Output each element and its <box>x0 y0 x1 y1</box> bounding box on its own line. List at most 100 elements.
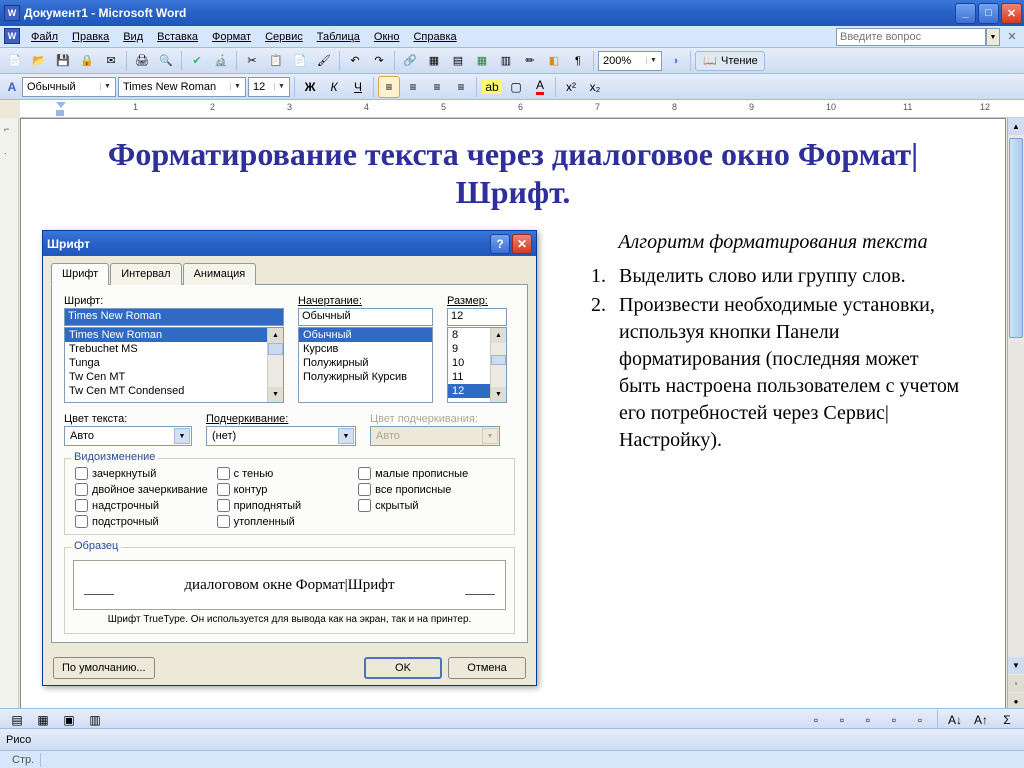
menu-help[interactable]: Справка <box>406 26 463 47</box>
list-item[interactable]: Обычный <box>299 328 432 342</box>
horizontal-ruler[interactable]: 123456789101112 <box>20 100 1024 118</box>
list-item[interactable]: Курсив <box>299 342 432 356</box>
size-listbox[interactable]: 8 9 10 11 12 ▲▼ <box>447 327 507 403</box>
open-icon[interactable]: 📂 <box>28 50 50 72</box>
menu-insert[interactable]: Вставка <box>150 26 205 47</box>
size-input[interactable]: 12 <box>447 308 507 326</box>
list-item[interactable]: Полужирный Курсив <box>299 370 432 384</box>
drawing-icon[interactable]: ✏ <box>519 50 541 72</box>
style-combo[interactable]: Обычный ▼ <box>22 77 116 97</box>
scroll-thumb[interactable] <box>1009 138 1023 338</box>
check-hidden[interactable]: скрытый <box>358 499 500 512</box>
color-dropdown[interactable]: Авто ▼ <box>64 426 192 446</box>
doc-map-icon[interactable]: ◧ <box>543 50 565 72</box>
system-menu-icon[interactable]: W <box>4 28 20 44</box>
underline-icon[interactable]: Ч <box>347 76 369 98</box>
minimize-button[interactable]: _ <box>955 3 976 24</box>
show-marks-icon[interactable]: ¶ <box>567 50 589 72</box>
browse-prev-icon[interactable]: ◦ <box>1008 675 1024 692</box>
print-icon[interactable]: 🖨 <box>131 50 153 72</box>
superscript-icon[interactable]: x² <box>560 76 582 98</box>
menu-tools[interactable]: Сервис <box>258 26 310 47</box>
vertical-scrollbar[interactable]: ▲ ▼ ◦ ● ◦ <box>1007 118 1024 728</box>
menu-file[interactable]: Файл <box>24 26 65 47</box>
research-icon[interactable]: 🔬 <box>210 50 232 72</box>
list-item[interactable]: Tw Cen MT <box>65 370 283 384</box>
cancel-button[interactable]: Отмена <box>448 657 526 679</box>
font-input[interactable]: Times New Roman <box>64 308 284 326</box>
insert-table-icon[interactable]: ▤ <box>447 50 469 72</box>
help-icon[interactable]: ◑ <box>664 50 686 72</box>
permissions-icon[interactable]: 🔒 <box>76 50 98 72</box>
scroll-up-icon[interactable]: ▲ <box>1008 118 1024 135</box>
italic-icon[interactable]: К <box>323 76 345 98</box>
menu-window[interactable]: Окно <box>367 26 407 47</box>
list-item[interactable]: Times New Roman <box>65 328 283 342</box>
align-right-icon[interactable]: ≡ <box>426 76 448 98</box>
ok-button[interactable]: OK <box>364 657 442 679</box>
tab-spacing[interactable]: Интервал <box>110 263 181 285</box>
check-superscript[interactable]: надстрочный <box>75 499 217 512</box>
list-item[interactable]: Полужирный <box>299 356 432 370</box>
print-preview-icon[interactable]: 🔍 <box>155 50 177 72</box>
size-combo[interactable]: 12 ▼ <box>248 77 290 97</box>
check-outline[interactable]: контур <box>217 483 359 496</box>
tab-animation[interactable]: Анимация <box>183 263 257 285</box>
save-icon[interactable]: 💾 <box>52 50 74 72</box>
menu-edit[interactable]: Правка <box>65 26 116 47</box>
dialog-close-button[interactable]: ✕ <box>512 234 532 254</box>
format-painter-icon[interactable]: 🖌 <box>313 50 335 72</box>
doc-close-button[interactable]: ✕ <box>1004 26 1020 47</box>
menu-format[interactable]: Формат <box>205 26 258 47</box>
tables-borders-icon[interactable]: ▦ <box>423 50 445 72</box>
align-center-icon[interactable]: ≡ <box>402 76 424 98</box>
undo-icon[interactable]: ↶ <box>344 50 366 72</box>
subscript-icon[interactable]: x₂ <box>584 76 606 98</box>
font-color-icon[interactable]: A <box>529 76 551 98</box>
new-doc-icon[interactable]: 📄 <box>4 50 26 72</box>
align-justify-icon[interactable]: ≡ <box>450 76 472 98</box>
font-combo[interactable]: Times New Roman ▼ <box>118 77 246 97</box>
help-search-dropdown[interactable]: ▼ <box>986 28 1000 46</box>
underline-dropdown[interactable]: (нет) ▼ <box>206 426 356 446</box>
check-subscript[interactable]: подстрочный <box>75 515 217 528</box>
copy-icon[interactable]: 📋 <box>265 50 287 72</box>
bold-icon[interactable]: Ж <box>299 76 321 98</box>
highlight-icon[interactable]: ab <box>481 76 503 98</box>
excel-icon[interactable]: ▦ <box>471 50 493 72</box>
spellcheck-icon[interactable]: ✔ <box>186 50 208 72</box>
scroll-down-icon[interactable]: ▼ <box>1008 657 1024 674</box>
style-input[interactable]: Обычный <box>298 308 433 326</box>
mail-icon[interactable]: ✉ <box>100 50 122 72</box>
check-shadow[interactable]: с тенью <box>217 467 359 480</box>
cut-icon[interactable]: ✂ <box>241 50 263 72</box>
dialog-help-button[interactable]: ? <box>490 234 510 254</box>
maximize-button[interactable]: □ <box>978 3 999 24</box>
font-listbox[interactable]: Times New Roman Trebuchet MS Tunga Tw Ce… <box>64 327 284 403</box>
help-search-input[interactable] <box>836 28 986 46</box>
reading-mode-button[interactable]: 📖 Чтение <box>695 51 765 71</box>
check-emboss[interactable]: приподнятый <box>217 499 359 512</box>
list-item[interactable]: Tw Cen MT Condensed <box>65 384 283 398</box>
close-button[interactable]: ✕ <box>1001 3 1022 24</box>
zoom-combo[interactable]: 200% ▼ <box>598 51 662 71</box>
check-engrave[interactable]: утопленный <box>217 515 359 528</box>
check-allcaps[interactable]: все прописные <box>358 483 500 496</box>
redo-icon[interactable]: ↷ <box>368 50 390 72</box>
borders-icon[interactable]: ▢ <box>505 76 527 98</box>
menu-view[interactable]: Вид <box>116 26 150 47</box>
check-strike[interactable]: зачеркнутый <box>75 467 217 480</box>
style-listbox[interactable]: Обычный Курсив Полужирный Полужирный Кур… <box>298 327 433 403</box>
tab-font[interactable]: Шрифт <box>51 263 109 285</box>
check-double-strike[interactable]: двойное зачеркивание <box>75 483 217 496</box>
columns-icon[interactable]: ▥ <box>495 50 517 72</box>
hyperlink-icon[interactable]: 🔗 <box>399 50 421 72</box>
default-button[interactable]: По умолчанию... <box>53 657 155 679</box>
list-item[interactable]: Tunga <box>65 356 283 370</box>
menu-table[interactable]: Таблица <box>310 26 367 47</box>
dialog-titlebar[interactable]: Шрифт ? ✕ <box>43 231 536 256</box>
paste-icon[interactable]: 📄 <box>289 50 311 72</box>
list-item[interactable]: Trebuchet MS <box>65 342 283 356</box>
check-smallcaps[interactable]: малые прописные <box>358 467 500 480</box>
styles-pane-icon[interactable]: A <box>4 76 20 98</box>
